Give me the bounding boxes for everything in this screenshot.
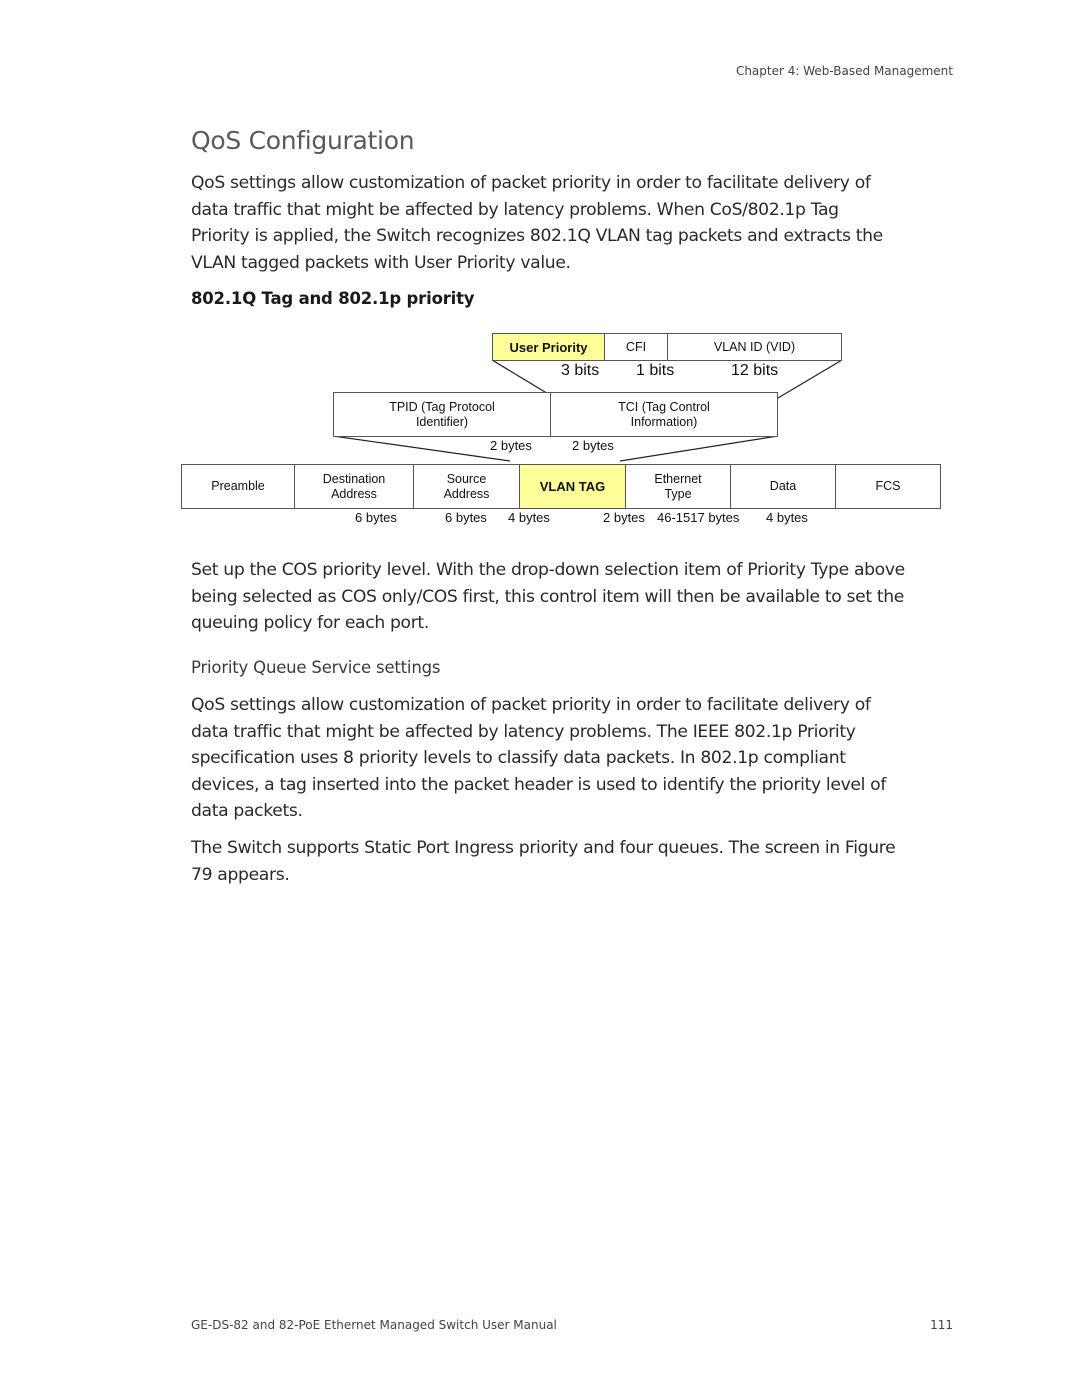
page-title: QoS Configuration	[191, 126, 415, 155]
field-source-address: Source Address	[413, 464, 520, 509]
cos-paragraph: Set up the COS priority level. With the …	[191, 557, 961, 637]
text-line: data traffic that might be affected by l…	[191, 721, 856, 742]
field-label: Ethernet Type	[654, 471, 702, 501]
size-vlan-id: 12 bits	[731, 362, 779, 379]
text-line: devices, a tag inserted into the packet …	[191, 774, 887, 795]
size-tci: 2 bytes	[572, 438, 614, 453]
size-fcs: 4 bytes	[766, 510, 808, 525]
text-line: queuing policy for each port.	[191, 613, 429, 633]
text-line: Set up the COS priority level. With the …	[191, 560, 905, 580]
vlan-tag-frame-diagram: User Priority CFI VLAN ID (VID) 3 bits 1…	[0, 0, 1080, 560]
field-tpid: TPID (Tag Protocol Identifier)	[333, 392, 551, 437]
connector-line-left-lower	[332, 435, 511, 462]
field-label: Preamble	[211, 479, 265, 493]
text-line: being selected as COS only/COS first, th…	[191, 586, 905, 607]
field-label: Data	[769, 479, 797, 493]
field-vlan-tag: VLAN TAG	[519, 464, 626, 509]
size-tpid: 2 bytes	[490, 438, 532, 453]
switch-paragraph: The Switch supports Static Port Ingress …	[191, 835, 961, 888]
field-label: TPID (Tag Protocol Identifier)	[389, 399, 495, 429]
field-user-priority: User Priority	[492, 333, 605, 361]
footer-page-number: 111	[930, 1318, 953, 1332]
field-label: FCS	[875, 479, 901, 493]
size-destination-address: 6 bytes	[355, 510, 397, 525]
text-line: VLAN tagged packets with User Priority v…	[191, 252, 571, 273]
field-label: Destination Address	[322, 471, 386, 501]
text-line: Priority is applied, the Switch recogniz…	[191, 226, 883, 246]
text-line: The Switch supports Static Port Ingress …	[191, 838, 896, 858]
field-destination-address: Destination Address	[294, 464, 414, 509]
field-label: VLAN ID (VID)	[713, 339, 796, 354]
field-label: TCI (Tag Control Information)	[618, 399, 710, 429]
field-label: User Priority	[509, 339, 588, 355]
field-preamble: Preamble	[181, 464, 295, 509]
field-cfi: CFI	[604, 333, 668, 361]
text-line: data traffic that might be affected by l…	[191, 199, 839, 220]
footer-manual-title: GE-DS-82 and 82-PoE Ethernet Managed Swi…	[191, 1318, 557, 1332]
subheading-8021q-tag: 802.1Q Tag and 802.1p priority	[191, 289, 475, 308]
intro-paragraph: QoS settings allow customization of pack…	[191, 170, 961, 276]
text-line: QoS settings allow customization of pack…	[191, 173, 871, 193]
size-ethernet-type: 2 bytes	[603, 510, 645, 525]
text-line: specification uses 8 priority levels to …	[191, 748, 846, 768]
field-label: Source Address	[443, 471, 490, 501]
connector-line-left-upper	[491, 359, 556, 399]
field-fcs: FCS	[835, 464, 941, 509]
size-cfi: 1 bits	[636, 362, 675, 379]
field-ethernet-type: Ethernet Type	[625, 464, 731, 509]
size-vlan-tag: 4 bytes	[508, 510, 550, 525]
field-tci: TCI (Tag Control Information)	[550, 392, 778, 437]
size-source-address: 6 bytes	[445, 510, 487, 525]
size-user-priority: 3 bits	[561, 362, 600, 379]
running-header-chapter: Chapter 4: Web-Based Management	[735, 64, 953, 78]
field-vlan-id: VLAN ID (VID)	[667, 333, 842, 361]
subheading-priority-queue: Priority Queue Service settings	[191, 658, 441, 677]
text-line: QoS settings allow customization of pack…	[191, 695, 871, 715]
queue-paragraph: QoS settings allow customization of pack…	[191, 692, 961, 825]
text-line: data packets.	[191, 801, 303, 821]
diagram-connector-lines	[332, 359, 843, 462]
connector-line-right-upper	[777, 359, 843, 399]
field-label: VLAN TAG	[539, 479, 606, 494]
text-line: 79 appears.	[191, 864, 290, 885]
field-data: Data	[730, 464, 836, 509]
connector-line-right-lower	[619, 435, 779, 462]
field-label: CFI	[625, 339, 647, 354]
size-data: 46-1517 bytes	[657, 510, 740, 525]
